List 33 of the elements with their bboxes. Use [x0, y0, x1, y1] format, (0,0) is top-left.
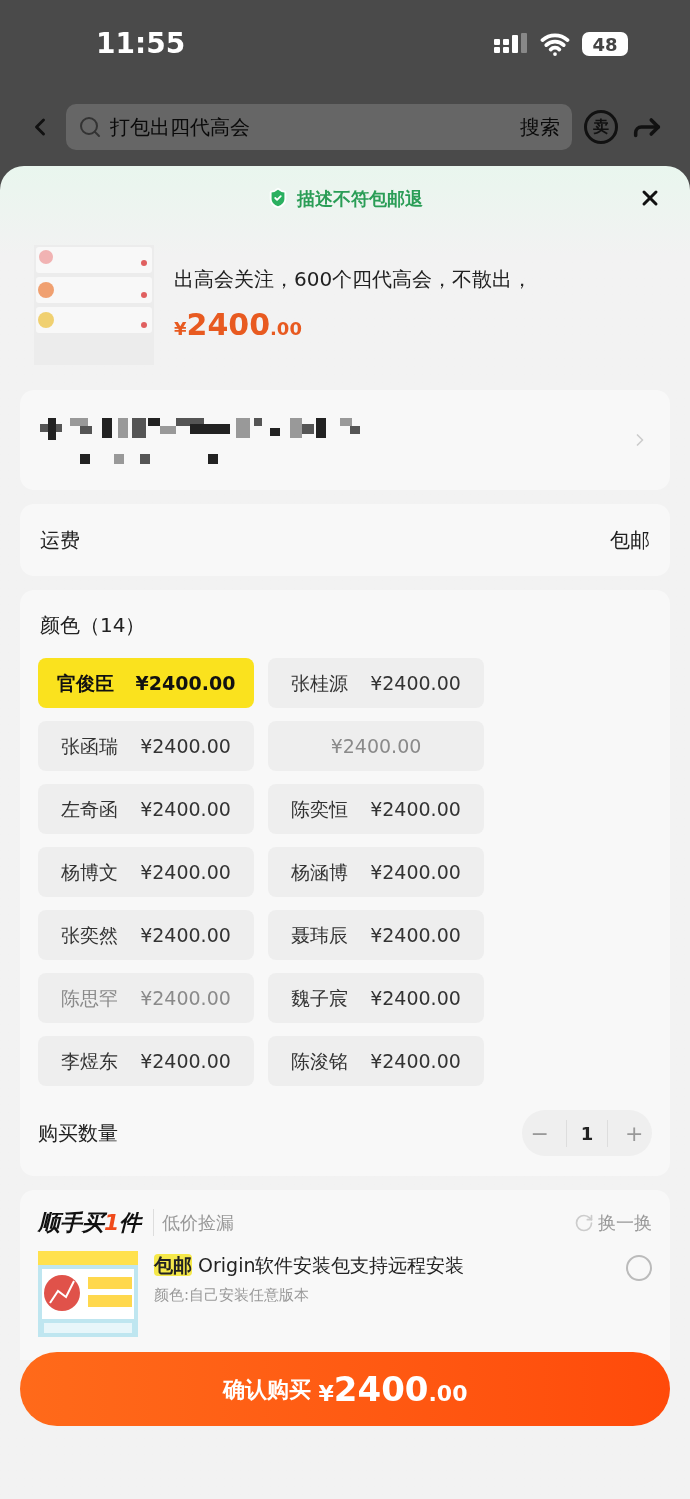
- product-title: 出高会关注，600个四代高会，不散出，: [174, 265, 533, 293]
- addon-title: 顺手买1件: [38, 1209, 142, 1237]
- option-chip[interactable]: 陈浚铭 ¥2400.00: [268, 1036, 484, 1086]
- option-chip[interactable]: 魏子宸 ¥2400.00: [268, 973, 484, 1023]
- option-chip[interactable]: 陈奕恒 ¥2400.00: [268, 784, 484, 834]
- option-chip[interactable]: 张桂源 ¥2400.00: [268, 658, 484, 708]
- search-icon: [78, 115, 102, 139]
- option-chip[interactable]: 聂玮辰 ¥2400.00: [268, 910, 484, 960]
- option-chip[interactable]: 李煜东 ¥2400.00: [38, 1036, 254, 1086]
- search-placeholder: 打包出四代高会: [110, 114, 251, 141]
- option-chip[interactable]: 左奇函 ¥2400.00: [38, 784, 254, 834]
- option-chip[interactable]: 杨博文 ¥2400.00: [38, 847, 254, 897]
- battery-icon: 48: [582, 32, 628, 56]
- option-chip[interactable]: 官俊臣 ¥2400.00: [38, 658, 254, 708]
- shipping-label: 运费: [40, 527, 80, 554]
- shipping-value: 包邮: [610, 527, 650, 554]
- signal-icon: [494, 33, 528, 55]
- options-title: 颜色（14）: [39, 612, 147, 639]
- quantity-value: 1: [565, 1119, 609, 1147]
- guarantee-text: 描述不符包邮退: [297, 186, 423, 211]
- quantity-label: 购买数量: [38, 1120, 118, 1147]
- select-radio[interactable]: [626, 1255, 652, 1281]
- option-chip[interactable]: 张奕然 ¥2400.00: [38, 910, 254, 960]
- product-price: ¥2400.00: [174, 305, 303, 344]
- option-chip[interactable]: 杨涵博 ¥2400.00: [268, 847, 484, 897]
- addon-item-variant: 颜色:自己安装任意版本: [154, 1284, 311, 1306]
- shield-check-icon: [267, 187, 289, 209]
- option-chip[interactable]: 张函瑞 ¥2400.00: [38, 721, 254, 771]
- refresh-icon: [574, 1212, 594, 1233]
- addon-item-title: 包邮 Origin软件安装包支持远程安装: [154, 1253, 466, 1278]
- status-time: 11:55: [96, 26, 186, 62]
- address-card[interactable]: [20, 390, 670, 490]
- addon-subtitle: 低价捡漏: [153, 1209, 235, 1236]
